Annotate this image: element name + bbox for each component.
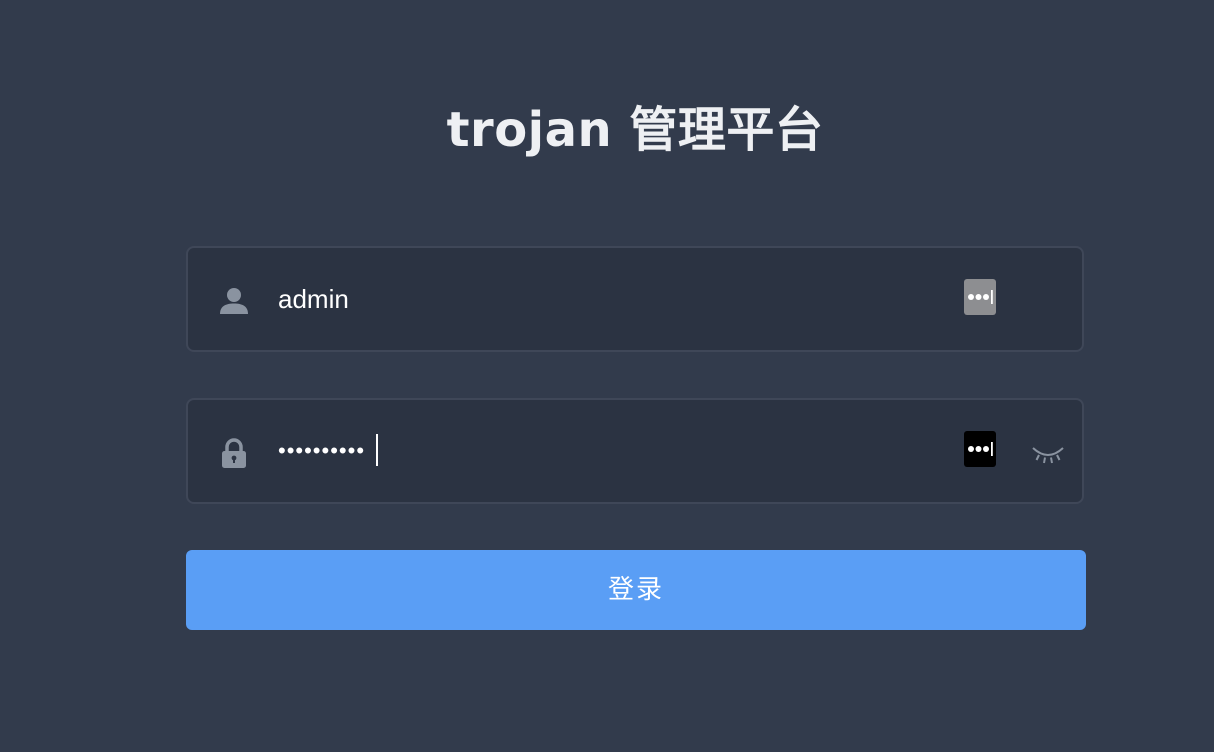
username-input[interactable]: [278, 270, 938, 328]
text-caret: [376, 434, 378, 466]
lock-icon: [218, 437, 250, 469]
password-field[interactable]: [186, 398, 1084, 504]
user-icon: [218, 285, 250, 317]
login-panel: trojan 管理平台 admin •••••••••• 登录: [0, 0, 1214, 752]
username-field[interactable]: [186, 246, 1084, 352]
password-manager-icon[interactable]: [964, 431, 996, 467]
eye-closed-icon[interactable]: [1030, 438, 1066, 468]
login-button[interactable]: 登录: [186, 550, 1086, 630]
password-manager-icon[interactable]: [964, 279, 996, 315]
page-title: trojan 管理平台: [446, 102, 824, 158]
